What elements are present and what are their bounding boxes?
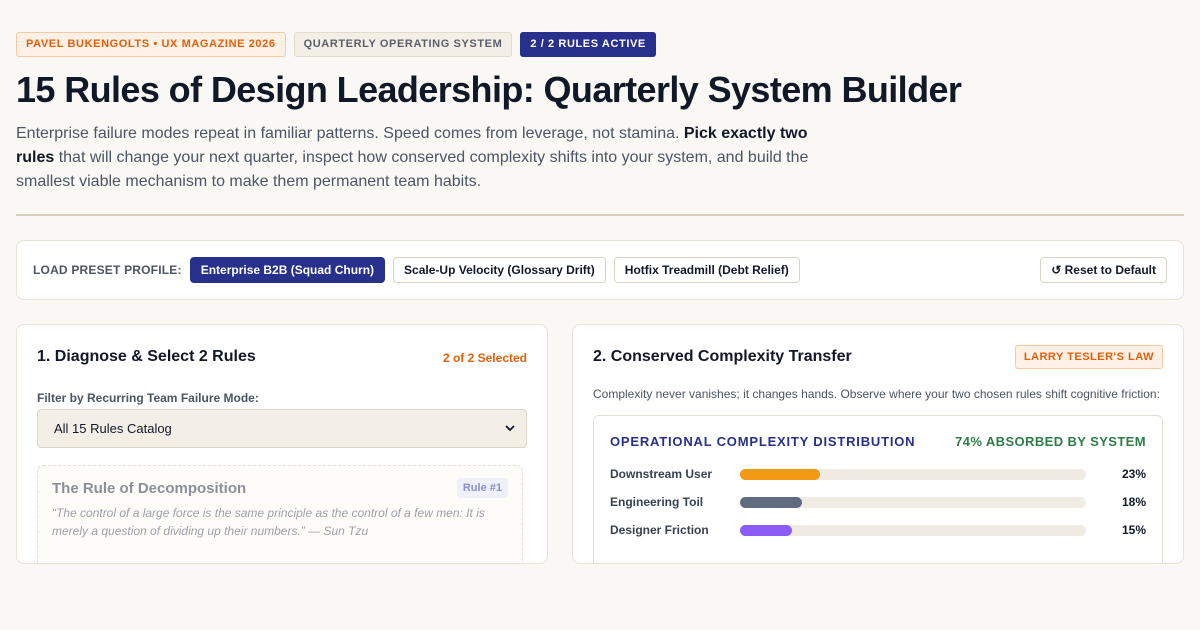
preset-hotfix-button[interactable]: Hotfix Treadmill (Debt Relief) — [613, 257, 800, 283]
intro-paragraph: Enterprise failure modes repeat in famil… — [16, 122, 826, 194]
header-divider — [16, 214, 1184, 216]
complexity-description: Complexity never vanishes; it changes ha… — [593, 387, 1160, 401]
selected-count: 2 of 2 Selected — [442, 351, 527, 365]
row-percent: 18% — [1121, 495, 1146, 509]
rules-active-badge: 2 / 2 RULES ACTIVE — [520, 32, 656, 57]
row-percent: 23% — [1121, 467, 1146, 481]
row-percent: 15% — [1121, 523, 1146, 537]
author-badge: PAVEL BUKENGOLTS • UX MAGAZINE 2026 — [16, 32, 286, 57]
bar-fill — [740, 469, 820, 480]
page-header: PAVEL BUKENGOLTS • UX MAGAZINE 2026 QUAR… — [16, 32, 1184, 194]
row-label: Engineering Toil — [610, 495, 704, 509]
rule-number-tag: Rule #1 — [456, 478, 508, 498]
preset-scaleup-button[interactable]: Scale-Up Velocity (Glossary Drift) — [393, 257, 606, 283]
system-badge: QUARTERLY OPERATING SYSTEM — [293, 32, 513, 57]
diagnose-title: 1. Diagnose & Select 2 Rules — [37, 348, 256, 365]
bar-track — [740, 525, 1086, 536]
filter-label: Filter by Recurring Team Failure Mode: — [37, 391, 259, 405]
distribution-row: Engineering Toil 18% — [610, 494, 1146, 510]
distribution-row: Downstream User 23% — [610, 466, 1146, 482]
distribution-row: Designer Friction 15% — [610, 522, 1146, 538]
bar-track — [740, 497, 1086, 508]
preset-bar: LOAD PRESET PROFILE: Enterprise B2B (Squ… — [16, 240, 1184, 300]
bar-track — [740, 469, 1086, 480]
bar-fill — [740, 525, 792, 536]
preset-label: LOAD PRESET PROFILE: — [33, 263, 182, 277]
row-label: Designer Friction — [610, 523, 709, 537]
rule-quote: “The control of a large force is the sam… — [52, 506, 485, 538]
complexity-title: 2. Conserved Complexity Transfer — [593, 348, 852, 365]
reset-default-button[interactable]: ↺ Reset to Default — [1040, 257, 1167, 283]
intro-text-end: that will change your next quarter, insp… — [16, 149, 809, 190]
rule-title: The Rule of Decomposition — [52, 480, 247, 497]
diagnose-card: 1. Diagnose & Select 2 Rules 2 of 2 Sele… — [16, 324, 548, 564]
row-label: Downstream User — [610, 467, 713, 481]
tesler-law-badge: LARRY TESLER'S LAW — [1014, 345, 1163, 369]
bar-fill — [740, 497, 803, 508]
preset-enterprise-button[interactable]: Enterprise B2B (Squad Churn) — [189, 257, 386, 283]
complexity-card: 2. Conserved Complexity Transfer LARRY T… — [572, 324, 1184, 564]
page-title: 15 Rules of Design Leadership: Quarterly… — [16, 69, 962, 110]
intro-text-start: Enterprise failure modes repeat in famil… — [16, 125, 684, 142]
chevron-down-icon — [504, 410, 516, 462]
distribution-title: OPERATIONAL COMPLEXITY DISTRIBUTION — [610, 434, 916, 449]
select-value: All 15 Rules Catalog — [54, 421, 172, 436]
failure-mode-select[interactable]: All 15 Rules Catalog — [37, 409, 527, 448]
rule-card[interactable]: The Rule of Decomposition Rule #1 “The c… — [37, 465, 523, 563]
badge-row: PAVEL BUKENGOLTS • UX MAGAZINE 2026 QUAR… — [16, 32, 1184, 57]
absorbed-by-system: 74% ABSORBED BY SYSTEM — [955, 434, 1146, 449]
complexity-distribution-panel: OPERATIONAL COMPLEXITY DISTRIBUTION 74% … — [593, 415, 1163, 563]
